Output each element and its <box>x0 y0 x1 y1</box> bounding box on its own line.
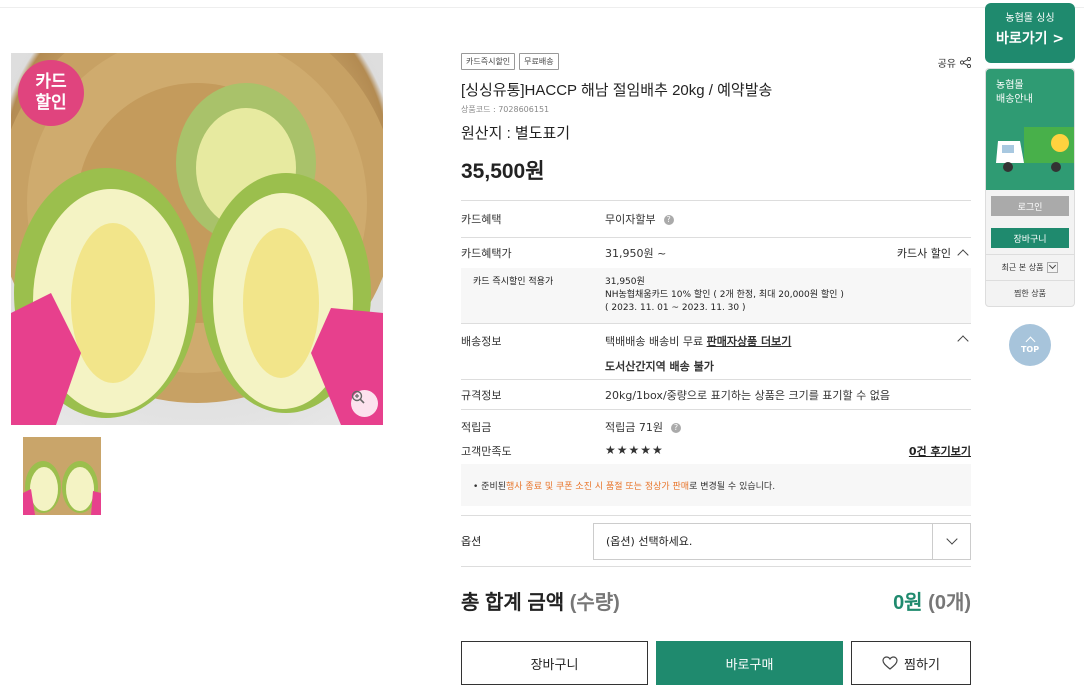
row-shipping: 배송정보 택배배송 배송비 무료 판매자상품 더보기 도서산간지역 배송 불가 <box>461 324 971 380</box>
instant-discount-detail: 카드 즉시할인 적용가 31,950원 NH농협채움카드 10% 할인 ( 2개… <box>461 268 971 324</box>
singsing-banner-big: 바로가기 > <box>995 31 1065 47</box>
points-satisfaction-block: 적립금 적립금 71원? 고객만족도 ★★★★★ 0건 후기보기 <box>461 419 971 459</box>
product-title: [싱싱유통]HACCP 해남 절임배추 20kg / 예약발송 <box>461 82 773 99</box>
share-icon <box>960 57 971 68</box>
card-discount-toggle[interactable]: 카드사 할인 <box>896 245 969 261</box>
shipping-restriction: 도서산간지역 배송 불가 <box>605 360 714 373</box>
row-card-price: 카드혜택가 31,950원 ~ 카드사 할인 <box>461 238 971 268</box>
total-label: 총 합계 금액 (수량) <box>461 586 620 615</box>
tag-card-discount: 카드즉시할인 <box>461 53 516 70</box>
points-value: 적립금 71원 <box>605 421 663 434</box>
scroll-top-button[interactable]: TOP <box>1009 324 1051 366</box>
spec-label: 규격정보 <box>461 388 502 402</box>
action-buttons: 장바구니 바로구매 찜하기 <box>461 641 971 685</box>
seller-products-link[interactable]: 판매자상품 더보기 <box>707 335 792 348</box>
total-amount: 0원 (0개) <box>893 586 971 615</box>
product-origin: 원산지 : 별도표기 <box>461 125 571 142</box>
total-count: (0개) <box>928 592 971 614</box>
instant-discount-values: 31,950원 NH농협채움카드 10% 할인 ( 2개 한정, 최대 20,0… <box>605 276 844 315</box>
product-thumbnail[interactable] <box>23 437 101 515</box>
option-label: 옵션 <box>461 535 482 548</box>
row-spec: 규격정보 20kg/1box/중량으로 표기하는 상품은 크기를 표기할 수 없… <box>461 380 971 410</box>
sidebar-panel: 농협몰 배송안내 로그인 장바구니 최근 본 상품 찜한 상품 <box>985 68 1075 307</box>
notice-box: • 준비된 행사 종료 및 쿠폰 소진 시 품절 또는 정상가 판매 로 변경될 … <box>461 464 971 506</box>
login-button[interactable]: 로그인 <box>991 196 1069 216</box>
total-qty-label: (수량) <box>569 592 620 614</box>
wishlist-label: 찜하기 <box>904 657 940 673</box>
buy-now-button[interactable]: 바로구매 <box>656 641 843 685</box>
spec-value: 20kg/1box/중량으로 표기하는 상품은 크기를 표기할 수 없음 <box>605 388 891 402</box>
option-row: 옵션 (옵션) 선택하세요. <box>461 515 971 567</box>
card-price-label: 카드혜택가 <box>461 247 512 260</box>
satisfaction-label: 고객만족도 <box>461 445 512 458</box>
help-icon[interactable]: ? <box>670 423 681 433</box>
product-info: 카드즉시할인 무료배송 공유 [싱싱유통]HACCP 해남 절임배추 20kg … <box>461 53 971 185</box>
add-to-cart-button[interactable]: 장바구니 <box>461 641 648 685</box>
tag-free-shipping: 무료배송 <box>519 53 559 70</box>
instant-discount-label: 카드 즉시할인 적용가 <box>473 277 554 287</box>
sidebar-cart-button[interactable]: 장바구니 <box>991 228 1069 248</box>
chevron-up-icon <box>957 335 969 347</box>
wishlist-button[interactable]: 찜하기 <box>851 641 971 685</box>
heart-icon <box>882 656 898 670</box>
thumbnail-image <box>23 437 101 515</box>
option-select[interactable]: (옵션) 선택하세요. <box>593 522 971 560</box>
product-code: 상품코드 : 7028606151 <box>461 105 550 114</box>
select-arrow <box>932 523 970 559</box>
recent-products-label: 최근 본 상품 <box>1001 263 1044 272</box>
card-discount-toggle-label: 카드사 할인 <box>896 247 951 260</box>
chevron-down-icon <box>945 533 958 545</box>
chevron-up-icon <box>957 249 969 261</box>
points-label: 적립금 <box>461 421 492 434</box>
delivery-guide-line1: 농협몰 <box>996 80 1024 91</box>
zoom-button[interactable] <box>351 390 378 417</box>
zoom-in-icon <box>351 390 365 404</box>
total-row: 총 합계 금액 (수량) 0원 (0개) <box>461 586 971 615</box>
product-price: 35,500원 <box>461 160 545 183</box>
shipping-toggle[interactable] <box>957 333 969 347</box>
shipping-value: 택배배송 배송비 무료 판매자상품 더보기 도서산간지역 배송 불가 <box>605 333 971 374</box>
quick-sidebar: 농협몰 싱싱 바로가기 > 농협몰 배송안내 로그인 장바구니 최근 본 상품 … <box>985 3 1075 307</box>
recent-products-link[interactable]: 최근 본 상품 <box>986 254 1074 280</box>
singsing-banner-small: 농협몰 싱싱 <box>1005 13 1055 24</box>
card-benefit-text: 무이자할부 <box>605 213 656 226</box>
instant-discount-period: ( 2023. 11. 01 ~ 2023. 11. 30 ) <box>605 303 746 313</box>
recent-expand <box>1047 261 1059 273</box>
total-label-text: 총 합계 금액 <box>461 592 565 614</box>
header-divider <box>0 0 1084 8</box>
truck-icon <box>996 127 1074 172</box>
card-benefit-value: 무이자할부? <box>605 211 971 227</box>
shipping-fee: 택배배송 배송비 무료 <box>605 335 707 348</box>
card-discount-badge: 카드 할인 <box>18 60 84 126</box>
badge-line1: 카드 <box>35 72 67 92</box>
notice-post: 로 변경될 수 있습니다. <box>689 481 776 492</box>
reviews-link[interactable]: 0건 후기보기 <box>909 443 971 459</box>
total-amount-value: 0원 <box>893 592 923 614</box>
option-placeholder: (옵션) 선택하세요. <box>606 535 693 548</box>
card-benefit-label: 카드혜택 <box>461 213 502 226</box>
product-detail-table: 카드혜택 무이자할부? 카드혜택가 31,950원 ~ 카드사 할인 카드 즉시… <box>461 200 971 506</box>
row-card-benefit: 카드혜택 무이자할부? <box>461 201 971 238</box>
row-points-satisfaction: 적립금 적립금 71원? 고객만족도 ★★★★★ 0건 후기보기 <box>461 410 971 464</box>
chevron-down-icon <box>1049 261 1057 270</box>
product-tags: 카드즉시할인 무료배송 <box>461 53 971 70</box>
instant-discount-price: 31,950원 <box>605 277 645 287</box>
help-icon[interactable]: ? <box>663 215 674 225</box>
badge-line2: 할인 <box>35 93 67 113</box>
delivery-guide-banner[interactable]: 농협몰 배송안내 <box>986 69 1074 190</box>
shipping-label: 배송정보 <box>461 335 502 348</box>
wish-products-link[interactable]: 찜한 상품 <box>986 280 1074 306</box>
singsing-banner[interactable]: 농협몰 싱싱 바로가기 > <box>985 3 1075 63</box>
notice-pre: • 준비된 <box>473 481 507 492</box>
share-button[interactable]: 공유 <box>938 55 971 70</box>
instant-discount-card: NH농협채움카드 10% 할인 ( 2개 한정, 최대 20,000원 할인 ) <box>605 290 844 300</box>
notice-highlight: 행사 종료 및 쿠폰 소진 시 품절 또는 정상가 판매 <box>506 481 690 492</box>
share-label: 공유 <box>937 59 956 70</box>
delivery-guide-line2: 배송안내 <box>996 94 1033 105</box>
product-main-image: 카드 할인 <box>11 53 383 425</box>
